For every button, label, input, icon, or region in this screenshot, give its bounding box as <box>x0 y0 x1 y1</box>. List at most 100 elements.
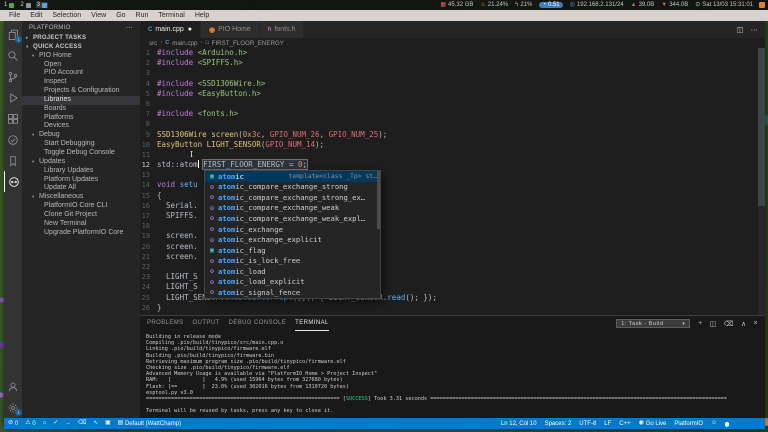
account-icon[interactable] <box>4 376 22 397</box>
sidebar-item-library-updates[interactable]: Library Updates <box>22 167 140 176</box>
completion-atomic-exchange-explicit[interactable]: ⚙ atomic_exchange_explicit <box>205 234 380 245</box>
sidebar-item-debug[interactable]: ▾ Debug <box>22 131 140 140</box>
test-icon[interactable] <box>4 129 22 150</box>
settings-gear-icon[interactable]: 1 <box>4 397 22 418</box>
completion-atomic-exchange[interactable]: ⚙ atomic_exchange <box>205 224 380 235</box>
notifications[interactable] <box>725 421 729 427</box>
completion-atomic-compare-exchange-weak[interactable]: ⚙ atomic_compare_exchange_weak <box>205 203 380 214</box>
extensions-icon[interactable] <box>4 108 22 129</box>
bookmarks-icon[interactable] <box>4 150 22 171</box>
pio-serial-monitor-button[interactable]: ∿ <box>93 420 98 427</box>
menu-edit[interactable]: Edit <box>25 12 47 19</box>
sidebar-item-project-tasks[interactable]: ▸ PROJECT TASKS <box>22 34 140 43</box>
feedback[interactable]: ☺ <box>711 420 717 427</box>
panel-tab-debug-console[interactable]: DEBUG CONSOLE <box>229 316 287 331</box>
workspace-3[interactable]: 3 <box>35 2 49 8</box>
more-actions-icon[interactable]: ⋯ <box>751 25 759 34</box>
cursor-position[interactable]: Ln 12, Col 10 <box>501 421 537 427</box>
breadcrumb-first-floor-energy[interactable]: FIRST_FLOOR_ENERGY <box>212 40 284 47</box>
sidebar-item-platformio-core-cli[interactable]: PlatformIO Core CLI <box>22 202 140 211</box>
menu-go[interactable]: Go <box>111 12 130 19</box>
breadcrumb-src[interactable]: src <box>149 40 157 47</box>
sidebar-item-pio-account[interactable]: PIO Account <box>22 69 140 78</box>
completion-atomic-flag[interactable]: ▣ atomic_flag <box>205 245 380 256</box>
sidebar-item-devices[interactable]: Devices <box>22 122 140 131</box>
more-actions-icon[interactable]: ⋯ <box>126 24 133 32</box>
completion-atomic-compare-exchange-strong-ex[interactable]: ⚙ atomic_compare_exchange_strong_ex… <box>205 192 380 203</box>
sidebar-item-inspect[interactable]: Inspect <box>22 78 140 87</box>
source-control-icon[interactable] <box>4 66 22 87</box>
menu-view[interactable]: View <box>86 12 111 19</box>
explorer-icon[interactable]: 1 <box>4 24 22 45</box>
split-terminal-icon[interactable]: ◫ <box>710 320 717 328</box>
search-icon[interactable] <box>4 45 22 66</box>
menu-file[interactable]: File <box>4 12 25 19</box>
completion-atomic-signal-fence[interactable]: ⚙ atomic_signal_fence <box>205 287 380 298</box>
sidebar-item-clone-git-project[interactable]: Clone Git Project <box>22 211 140 220</box>
pio-env-selector[interactable]: ▤ Default (WattChamp) <box>117 420 181 427</box>
code-editor[interactable]: 1 #include <Arduino.h> 2 #include <SPIFFS.h… <box>140 48 765 315</box>
sidebar-item-start-debugging[interactable]: Start Debugging <box>22 140 140 149</box>
menu-selection[interactable]: Selection <box>47 12 86 19</box>
kill-terminal-icon[interactable]: ⌫ <box>724 320 734 328</box>
indentation[interactable]: Spaces: 2 <box>545 421 572 427</box>
workspace-2[interactable]: 2 <box>19 2 31 8</box>
panel-tab-terminal[interactable]: TERMINAL <box>295 316 329 331</box>
run-debug-icon[interactable] <box>4 87 22 108</box>
panel-tab-problems[interactable]: PROBLEMS <box>147 316 184 331</box>
menu-help[interactable]: Help <box>190 12 214 19</box>
problems-errors[interactable]: ⊘ 0 <box>8 420 18 427</box>
pio-clean-button[interactable]: ⌫ <box>78 420 86 427</box>
sidebar-item-toggle-debug-console[interactable]: Toggle Debug Console <box>22 149 140 158</box>
maximize-panel-icon[interactable]: ∧ <box>741 320 747 328</box>
completion-atomic-is-lock-free[interactable]: ⚙ atomic_is_lock_free <box>205 255 380 266</box>
sidebar-item-update-all[interactable]: Update All <box>22 184 140 193</box>
encoding[interactable]: UTF-8 <box>579 421 596 427</box>
workspace-switcher[interactable]: 1 2 3 <box>3 2 49 8</box>
menu-run[interactable]: Run <box>131 12 154 19</box>
sidebar-item-updates[interactable]: ▾ Updates <box>22 158 140 167</box>
new-terminal-icon[interactable]: + <box>698 320 703 328</box>
problems-warnings[interactable]: ⚠ 0 <box>25 420 36 427</box>
completion-atomic-compare-exchange-strong[interactable]: ⚙ atomic_compare_exchange_strong <box>205 182 380 193</box>
workspace-1[interactable]: 1 <box>3 2 15 8</box>
panel-tab-output[interactable]: OUTPUT <box>193 316 220 331</box>
close-panel-icon[interactable]: × <box>754 320 759 328</box>
sidebar-item-projects-configuration[interactable]: Projects & Configuration <box>22 87 140 96</box>
completion-atomic-compare-exchange-weak-expl[interactable]: ⚙ atomic_compare_exchange_weak_expl… <box>205 213 380 224</box>
sidebar-item-upgrade-platformio-core[interactable]: Upgrade PlatformIO Core <box>22 229 140 238</box>
go-live[interactable]: ◉ Go Live <box>639 420 667 427</box>
breadcrumb[interactable]: src › Cmain.cpp › □ FIRST_FLOOR_ENERGY <box>140 38 765 48</box>
language-mode[interactable]: C++ <box>619 421 630 427</box>
pio-upload-button[interactable]: → <box>65 420 71 427</box>
split-editor-icon[interactable]: ◫ <box>736 25 743 34</box>
completion-atomic[interactable]: ▣ atomic template<class _Tp> st… <box>205 171 380 182</box>
terminal-output[interactable]: Building in release mode Compiling .pio/b… <box>140 331 765 418</box>
sidebar-item-platforms[interactable]: Platforms <box>22 114 140 123</box>
menu-terminal[interactable]: Terminal <box>153 12 189 19</box>
sidebar-item-quick-access[interactable]: ▾ QUICK ACCESS <box>22 43 140 52</box>
sidebar-item-pio-home[interactable]: ▾ PIO Home <box>22 52 140 61</box>
eol[interactable]: LF <box>604 421 611 427</box>
sidebar-item-miscellaneous[interactable]: ▾ Miscellaneous <box>22 193 140 202</box>
sidebar-item-open[interactable]: Open <box>22 61 140 70</box>
sidebar-item-libraries[interactable]: Libraries <box>22 95 140 105</box>
completion-atomic-load-explicit[interactable]: ⚙ atomic_load_explicit <box>205 276 380 287</box>
completion-atomic-load[interactable]: ⚙ atomic_load <box>205 266 380 277</box>
sidebar-item-new-terminal[interactable]: New Terminal <box>22 220 140 229</box>
editor-scrollbar[interactable] <box>758 48 765 315</box>
breadcrumb-main-cpp[interactable]: main.cpp <box>172 40 197 47</box>
tray-icon[interactable] <box>759 2 765 8</box>
pio-terminal-button[interactable]: ▣ <box>105 420 110 427</box>
sidebar-item-platform-updates[interactable]: Platform Updates <box>22 176 140 185</box>
tab-pio-home[interactable]: ◉ PIO Home <box>200 21 260 38</box>
popup-scrollbar[interactable] <box>377 171 380 229</box>
platformio-status[interactable]: PlatformIO <box>674 421 703 427</box>
terminal-selector[interactable]: 1: Task - Build ▾ <box>616 319 691 328</box>
pio-home-button[interactable]: ⌂ <box>43 420 47 427</box>
tab-main-cpp[interactable]: Cmain.cpp ● <box>140 21 201 38</box>
sidebar-item-boards[interactable]: Boards <box>22 105 140 114</box>
scrollbar-thumb[interactable] <box>758 48 765 206</box>
tab-fonts-h[interactable]: h fonts.h <box>259 21 305 38</box>
pio-build-button[interactable]: ✓ <box>53 420 58 427</box>
